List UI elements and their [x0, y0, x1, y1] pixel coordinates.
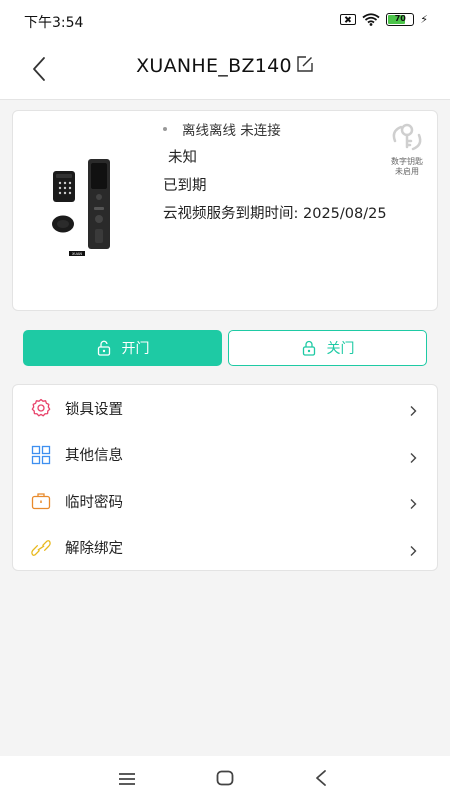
battery-level: 70 — [394, 14, 406, 23]
menu-item-lock-settings[interactable]: 锁具设置 — [13, 385, 437, 432]
menu-card: 锁具设置 其他信息 临时密码 解除绑定 — [12, 384, 438, 571]
link-icon — [31, 538, 51, 558]
digital-key-icon — [392, 123, 422, 151]
device-state: 未知 — [168, 150, 197, 166]
chevron-right-icon — [409, 542, 417, 561]
status-bar: 下午3:54 70 ⚡ — [0, 0, 450, 40]
lock-icon — [302, 340, 315, 356]
open-door-button[interactable]: 开门 — [23, 330, 222, 366]
key-status-label-1: 数字钥匙 — [391, 157, 423, 166]
device-card: XUAN 离线离线 未连接 未知 已到期 云视频服务到期时间: 2025/08/… — [12, 110, 438, 311]
page-title: XUANHE_BZ140 — [0, 55, 450, 78]
menu-item-label: 锁具设置 — [65, 401, 123, 418]
expiry-status: 已到期 — [163, 178, 207, 194]
status-time: 下午3:54 — [24, 15, 84, 31]
briefcase-icon — [31, 491, 51, 511]
connection-status: 离线离线 未连接 — [163, 119, 387, 139]
menu-item-label: 解除绑定 — [65, 541, 123, 558]
smart-lock-image: XUAN — [33, 159, 143, 269]
open-door-label: 开门 — [121, 341, 150, 357]
key-status-label-2: 未启用 — [395, 167, 419, 176]
close-door-button[interactable]: 关门 — [228, 330, 427, 366]
charging-icon: ⚡ — [420, 13, 428, 26]
battery-icon: 70 — [386, 13, 415, 26]
smart-lock-image-label: XUAN — [72, 252, 82, 256]
gear-icon — [31, 398, 51, 418]
menu-item-other-info[interactable]: 其他信息 — [13, 432, 437, 479]
connection-status-text: 离线离线 未连接 — [182, 123, 281, 139]
header: XUANHE_BZ140 — [0, 40, 450, 100]
grid-icon — [31, 445, 51, 465]
device-name: XUANHE_BZ140 — [136, 55, 292, 77]
edit-icon[interactable] — [296, 55, 314, 78]
back-icon[interactable] — [314, 769, 328, 791]
sim-off-icon — [340, 14, 357, 25]
cloud-video-expiry: 云视频服务到期时间: 2025/08/25 — [163, 206, 387, 222]
menu-item-unbind[interactable]: 解除绑定 — [13, 525, 437, 572]
menu-item-temp-password[interactable]: 临时密码 — [13, 478, 437, 525]
wifi-icon — [362, 13, 380, 26]
device-info: 离线离线 未连接 未知 已到期 云视频服务到期时间: 2025/08/25 — [163, 119, 387, 228]
chevron-right-icon — [409, 402, 417, 421]
status-dot — [163, 127, 167, 131]
unlock-icon — [97, 340, 110, 356]
menu-icon[interactable] — [118, 771, 136, 790]
digital-key-status[interactable]: 数字钥匙 未启用 — [385, 121, 429, 177]
close-door-label: 关门 — [326, 341, 355, 357]
system-nav-bar — [0, 756, 450, 800]
menu-item-label: 临时密码 — [65, 494, 123, 511]
status-icons: 70 ⚡ — [340, 13, 428, 26]
chevron-right-icon — [409, 495, 417, 514]
menu-item-label: 其他信息 — [65, 448, 123, 465]
home-icon[interactable] — [216, 770, 234, 790]
chevron-right-icon — [409, 449, 417, 468]
